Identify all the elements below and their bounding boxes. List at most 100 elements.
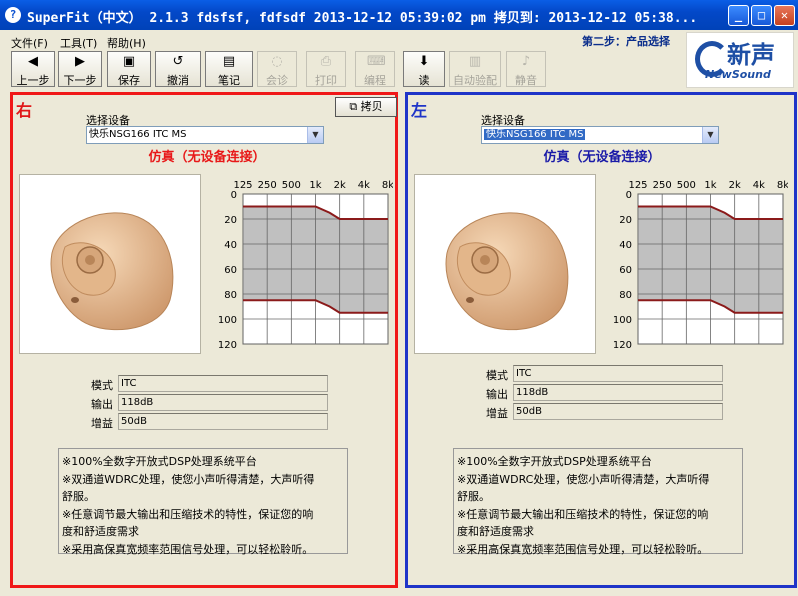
toolbar-button-label: 打印 xyxy=(315,74,337,87)
logo-cn: 新声 xyxy=(727,41,775,69)
title-bar[interactable]: ? SuperFit（中文） 2.1.3 fdsfsf, fdfsdf 2013… xyxy=(0,0,798,30)
speaker-mute-icon: ♪ xyxy=(521,54,531,69)
copy-button[interactable]: ⧉ 拷贝 xyxy=(335,97,397,117)
desc-line: ※采用高保真宽频率范围信号处理，可以轻松聆听。 xyxy=(457,542,709,556)
chart-y-tick: 100 xyxy=(218,315,237,326)
toolbar-button-label: 保存 xyxy=(118,74,140,87)
chart-x-tick: 2k xyxy=(729,180,741,191)
toolbar-button-2[interactable]: ▣ 保存 xyxy=(107,51,151,87)
volume-wheel-hub xyxy=(480,255,490,265)
printer-icon: ⎙ xyxy=(320,54,332,69)
forward-arrow-icon: ▶ xyxy=(75,54,85,69)
device-select[interactable]: 快乐NSG166 ITC MS ▼ xyxy=(86,126,324,144)
device-select[interactable]: 快乐NSG166 ITC MS ▼ xyxy=(481,126,719,144)
frequency-response-chart: 125 250 500 1k 2k 4k 8k020406080100120 xyxy=(613,180,788,351)
toolbar-button-7[interactable]: ⌨ 编程 xyxy=(355,51,395,87)
desc-line: ※采用高保真宽频率范围信号处理，可以轻松聆听。 xyxy=(62,542,314,556)
toolbar-button-label: 笔记 xyxy=(218,74,240,87)
toolbar-button-4[interactable]: ▤ 笔记 xyxy=(205,51,253,87)
chart-y-tick: 20 xyxy=(224,215,237,226)
maximize-button[interactable]: □ xyxy=(751,5,772,26)
toolbar-button-0[interactable]: ◀ 上一步 xyxy=(11,51,55,87)
menu-help[interactable]: 帮助(H) xyxy=(107,35,146,51)
menu-tools[interactable]: 工具(T) xyxy=(60,35,97,51)
desc-line: ※任意调节最大输出和压缩技术的特性，保证您的响 xyxy=(457,507,709,521)
simulation-status: 仿真（无设备连接） xyxy=(148,150,266,165)
toolbar-button-6[interactable]: ⎙ 打印 xyxy=(306,51,346,87)
chart-y-tick: 20 xyxy=(619,215,632,226)
gain-label: 增益 xyxy=(91,417,113,430)
gain-field: 50dB xyxy=(513,403,723,420)
left-side-label: 左 xyxy=(411,101,428,120)
close-button[interactable]: ✕ xyxy=(774,5,795,26)
newsound-logo: 新声 NewSound xyxy=(686,32,794,88)
gain-label: 增益 xyxy=(486,407,508,420)
chart-x-tick: 500 xyxy=(677,180,696,191)
chart-y-tick: 100 xyxy=(613,315,632,326)
program-icon: ⌨ xyxy=(367,54,386,69)
simulation-status: 仿真（无设备连接） xyxy=(543,150,661,165)
back-arrow-icon: ◀ xyxy=(28,54,38,69)
chart-x-tick: 250 xyxy=(258,180,277,191)
device-value: 快乐NSG166 ITC MS xyxy=(89,129,187,140)
floppy-disk-icon: ▣ xyxy=(122,54,136,69)
chart-x-tick: 4k xyxy=(358,180,370,191)
toolbar-button-label: 会诊 xyxy=(266,74,288,87)
chart-x-tick: 8k xyxy=(777,180,788,191)
toolbar-button-3[interactable]: ↺ 撤消 xyxy=(155,51,201,87)
minimize-button[interactable]: _ xyxy=(728,5,749,26)
toolbar-button-8[interactable]: ⬇ 读 xyxy=(403,51,445,87)
right-ear-panel: 右 ⧉ 拷贝 选择设备 快乐NSG166 ITC MS ▼ 仿真（无设备连接） … xyxy=(10,92,398,588)
copy-icon: ⧉ xyxy=(349,100,358,113)
chart-x-tick: 2k xyxy=(334,180,346,191)
gain-field: 50dB xyxy=(118,413,328,430)
toolbar: ◀ 上一步 ▶ 下一步 ▣ 保存 ↺ 撤消 ▤ 笔记 ◌ 会诊 ⎙ 打印 ⌨ 编程 ⬇ 读 ▥ 自动验配 ♪ 静音 xyxy=(0,50,680,88)
chart-x-tick: 500 xyxy=(282,180,301,191)
chart-y-tick: 40 xyxy=(224,240,237,251)
device-value: 快乐NSG166 ITC MS xyxy=(484,129,586,140)
model-field: ITC xyxy=(513,365,723,382)
toolbar-button-5[interactable]: ◌ 会诊 xyxy=(257,51,297,87)
chevron-down-icon[interactable]: ▼ xyxy=(307,127,323,143)
chart-x-tick: 4k xyxy=(753,180,765,191)
toolbar-button-1[interactable]: ▶ 下一步 xyxy=(58,51,102,87)
notebook-icon: ▤ xyxy=(222,54,236,69)
chart-y-tick: 80 xyxy=(224,290,237,301)
output-label: 输出 xyxy=(91,398,113,411)
output-label: 输出 xyxy=(486,388,508,401)
menu-file[interactable]: 文件(F) xyxy=(11,35,48,51)
toolbar-button-10[interactable]: ♪ 静音 xyxy=(506,51,546,87)
desc-line: 舒服。 xyxy=(62,490,95,503)
step-label: 第二步：产品选择 xyxy=(582,35,670,48)
chart-y-tick: 80 xyxy=(619,290,632,301)
copy-label: 拷贝 xyxy=(360,100,383,113)
right-side-label: 右 xyxy=(16,101,33,120)
feature-description: ※100%全数字开放式DSP处理系统平台 ※双通道WDRC处理，使您小声听得清楚… xyxy=(453,448,743,556)
chevron-down-icon[interactable]: ▼ xyxy=(702,127,718,143)
chart-x-tick: 250 xyxy=(653,180,672,191)
toolbar-button-label: 编程 xyxy=(364,74,386,87)
toolbar-button-label: 读 xyxy=(418,74,430,87)
toolbar-button-label: 下一步 xyxy=(63,74,97,87)
toolbar-button-label: 自动验配 xyxy=(453,74,497,87)
chart-x-tick: 1k xyxy=(704,180,716,191)
chart-y-tick: 0 xyxy=(626,190,632,201)
volume-wheel-hub xyxy=(85,255,95,265)
model-label: 模式 xyxy=(91,379,113,392)
desc-line: 度和舒适度需求 xyxy=(457,525,534,538)
output-field: 118dB xyxy=(513,384,723,401)
desc-line: 度和舒适度需求 xyxy=(62,525,139,538)
chart-y-tick: 60 xyxy=(224,265,237,276)
desc-line: ※100%全数字开放式DSP处理系统平台 xyxy=(457,455,652,468)
hearing-aid-image xyxy=(414,174,596,354)
battery-door xyxy=(71,297,79,303)
desc-line: ※双通道WDRC处理，使您小声听得清楚，大声听得 xyxy=(457,472,710,486)
chart-x-tick: 1k xyxy=(309,180,321,191)
battery-door xyxy=(466,297,474,303)
toolbar-button-label: 上一步 xyxy=(16,74,50,87)
read-icon: ⬇ xyxy=(418,54,430,69)
hearing-aid-image xyxy=(19,174,201,354)
desc-line: 舒服。 xyxy=(457,490,490,503)
toolbar-button-label: 撤消 xyxy=(167,74,189,87)
toolbar-button-9[interactable]: ▥ 自动验配 xyxy=(449,51,501,87)
